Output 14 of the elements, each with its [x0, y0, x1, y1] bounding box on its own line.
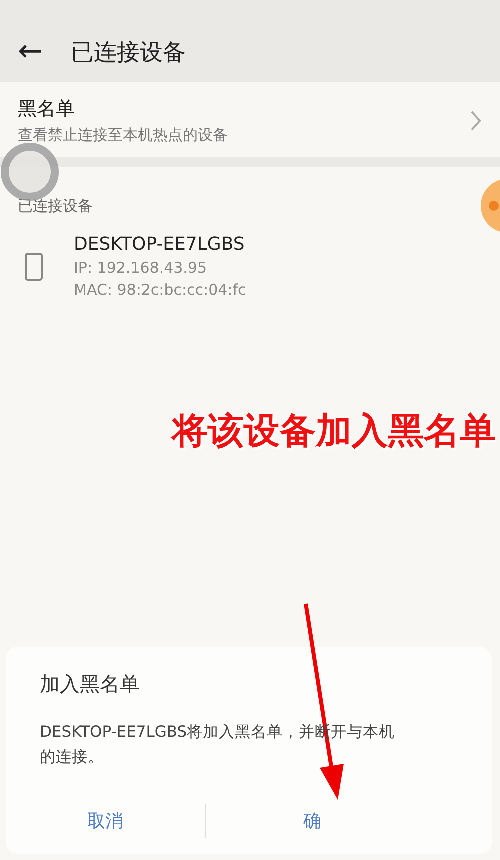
dialog-title: 加入黑名单	[40, 671, 141, 698]
page-title: 已连接设备	[71, 38, 186, 68]
device-mac: MAC: 98:2c:bc:cc:04:fc	[74, 281, 246, 299]
row-title: 黑名单	[18, 97, 76, 122]
section-label: 已连接设备	[18, 197, 93, 216]
back-button[interactable]: ←	[18, 37, 44, 67]
phone-icon	[24, 252, 44, 282]
cancel-button[interactable]: 取消	[6, 799, 204, 843]
confirm-button[interactable]: 确	[206, 799, 492, 843]
annotation-text: 将该设备加入黑名单	[172, 410, 496, 454]
device-ip: IP: 192.168.43.95	[74, 259, 208, 277]
chevron-icon	[470, 110, 482, 132]
device-name: DESKTOP-EE7LGBS	[74, 234, 246, 255]
row-subtitle: 查看禁止连接至本机热点的设备	[18, 126, 228, 145]
